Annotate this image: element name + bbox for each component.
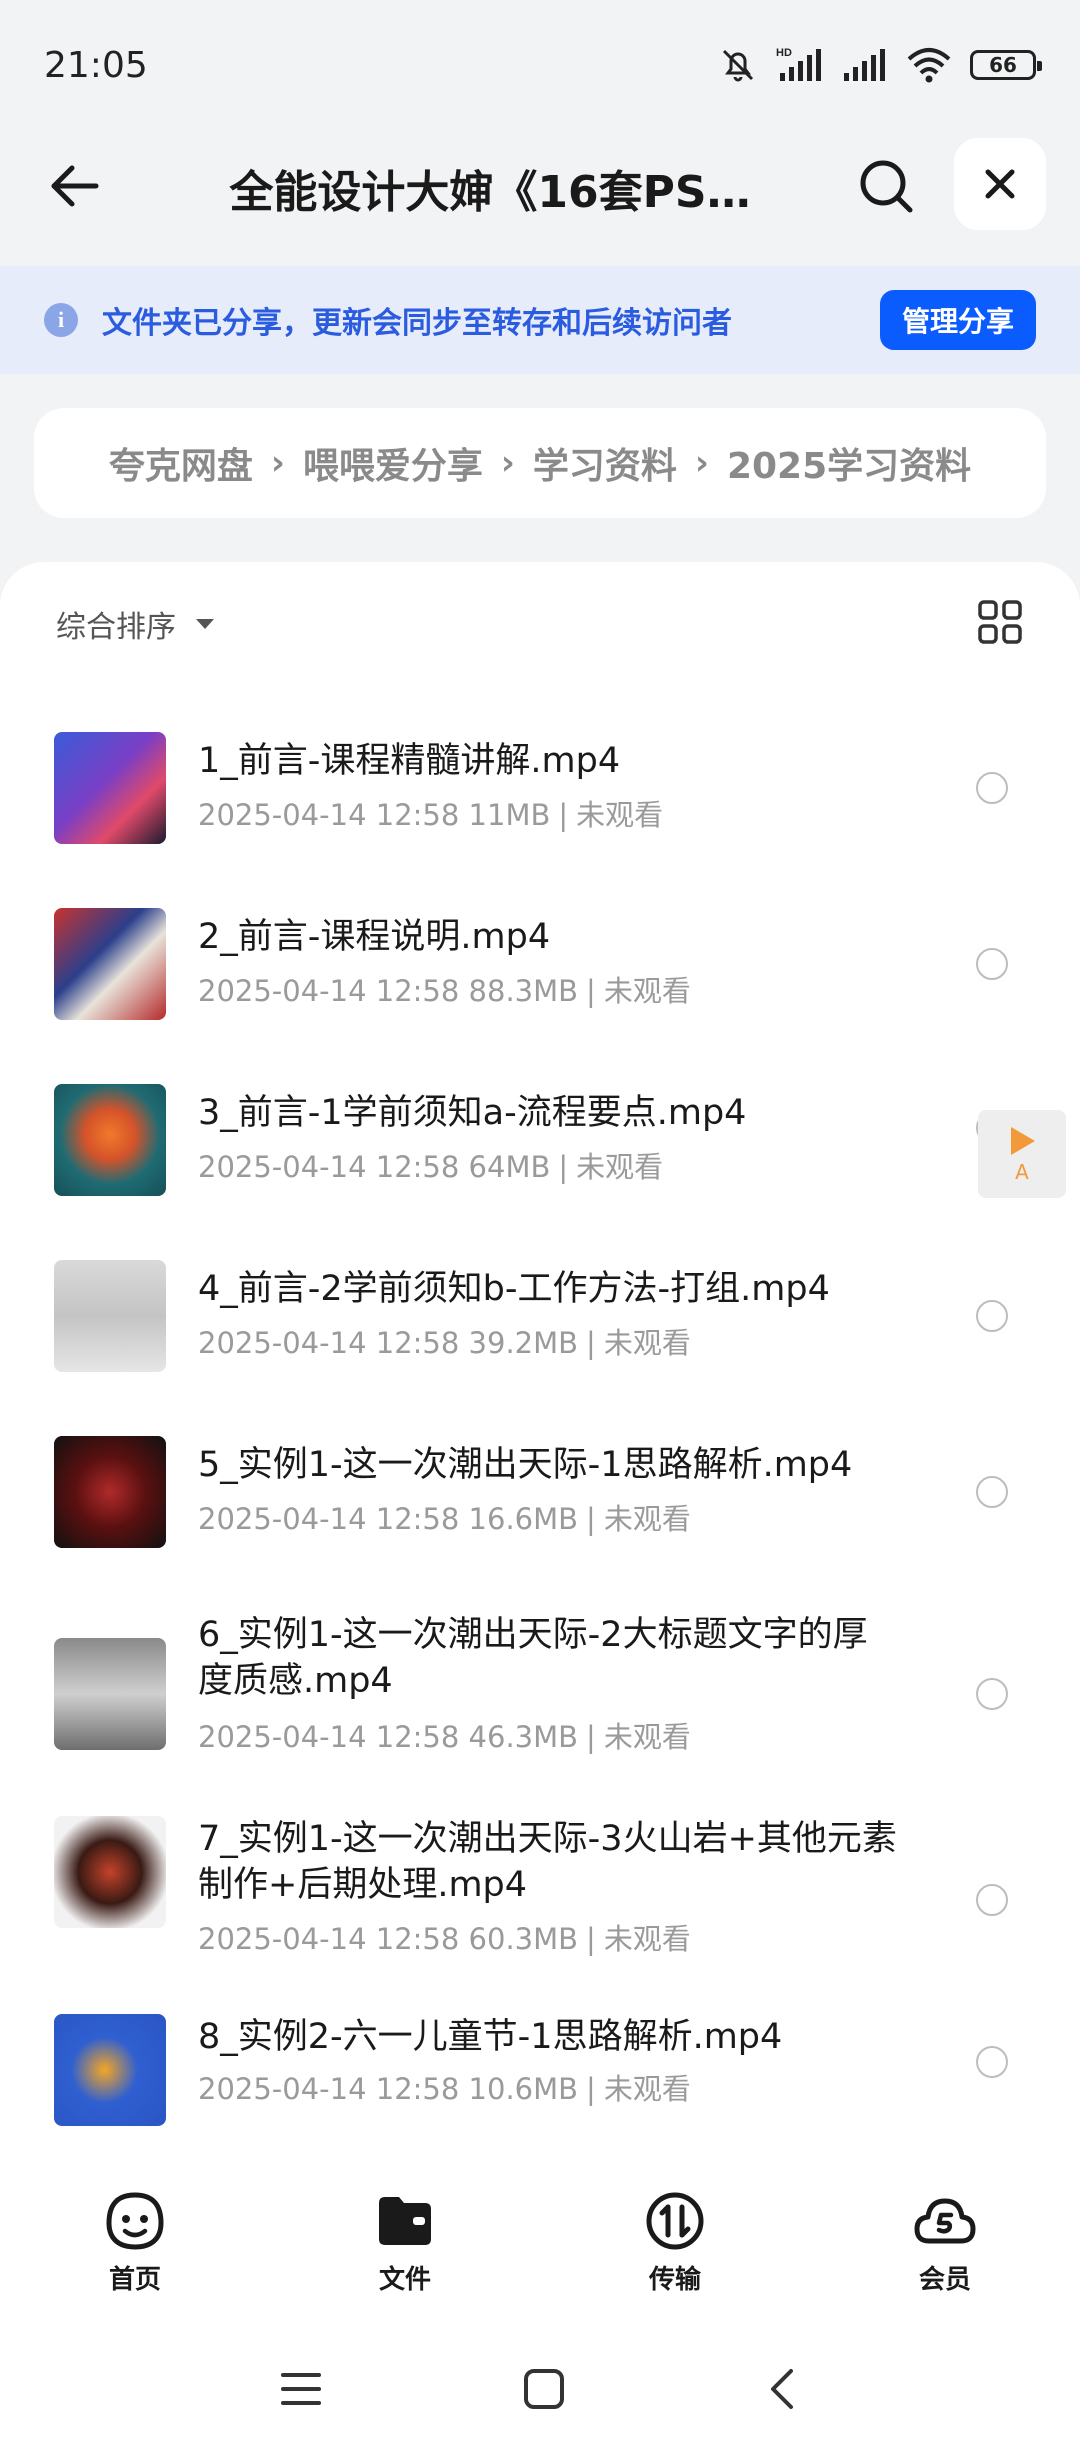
bell-muted-icon <box>718 45 758 85</box>
file-name: 7_实例1-这一次潮出天际-3火山岩+其他元素制作+后期处理.mp4 <box>198 1819 897 1905</box>
file-name: 3_前言-1学前须知a-流程要点.mp4 <box>198 1093 747 1133</box>
list-item[interactable]: 3_前言-1学前须知a-流程要点.mp4 2025-04-14 12:58 64… <box>0 1064 1080 1214</box>
cloud-vip-icon <box>914 2198 976 2243</box>
file-meta: 2025-04-14 12:58 60.3MB | 未观看 <box>198 1922 691 1956</box>
select-radio[interactable] <box>976 1884 1008 1916</box>
nav-item-home[interactable]: 首页 <box>0 2162 270 2322</box>
list-item[interactable]: 6_实例1-这一次潮出天际-2大标题文字的厚度质感.mp4 2025-04-14… <box>0 1592 1080 1792</box>
home-square-icon <box>523 2369 564 2409</box>
wifi-icon <box>906 45 952 85</box>
nav-item-files[interactable]: 文件 <box>270 2162 540 2322</box>
page-title: 全能设计大婶《16套PS… <box>229 167 751 218</box>
select-radio[interactable] <box>976 1678 1008 1710</box>
menu-button[interactable] <box>279 2369 323 2413</box>
list-item[interactable]: 1_前言-课程精髓讲解.mp4 2025-04-14 12:58 11MB | 未观… <box>0 712 1080 862</box>
nav-item-vip[interactable]: 会员 <box>810 2162 1080 2322</box>
video-thumbnail <box>54 1816 166 1928</box>
grid-icon <box>978 600 1022 644</box>
status-icons: HD 66 <box>718 45 1042 85</box>
list-item[interactable]: 4_前言-2学前须知b-工作方法-打组.mp4 2025-04-14 12:58… <box>0 1240 1080 1390</box>
chevron-right-icon: › <box>270 443 285 483</box>
chevron-right-icon: › <box>694 443 709 483</box>
share-banner: i 文件夹已分享，更新会同步至转存和后续访问者 管理分享 <box>0 266 1080 374</box>
video-thumbnail <box>54 1638 166 1750</box>
sort-label: 综合排序 <box>56 610 176 645</box>
file-meta: 2025-04-14 12:58 46.3MB | 未观看 <box>198 1720 691 1754</box>
sort-dropdown[interactable]: 综合排序 <box>56 602 216 646</box>
floating-widget-label: A <box>1015 1160 1029 1184</box>
select-radio[interactable] <box>976 1300 1008 1332</box>
nav-label: 首页 <box>108 2264 161 2295</box>
caret-down-icon <box>196 619 214 629</box>
file-meta: 2025-04-14 12:58 10.6MB | 未观看 <box>198 2072 691 2106</box>
battery-indicator: 66 <box>970 50 1042 80</box>
file-name: 4_前言-2学前须知b-工作方法-打组.mp4 <box>198 1269 830 1309</box>
chevron-right-icon: › <box>500 443 515 483</box>
svg-text:HD: HD <box>776 47 792 59</box>
system-nav-bar <box>0 2322 1080 2460</box>
breadcrumb-item[interactable]: 夸克网盘 <box>109 437 253 489</box>
video-thumbnail <box>54 1436 166 1548</box>
select-radio[interactable] <box>976 772 1008 804</box>
file-list-panel: 综合排序 1_前言-课程精髓讲解.mp4 2025-04-14 12:58 11… <box>0 562 1080 2162</box>
floating-player-widget[interactable]: A <box>978 1110 1066 1198</box>
play-icon <box>1011 1127 1035 1155</box>
manage-share-button[interactable]: 管理分享 <box>879 290 1036 350</box>
video-thumbnail <box>54 2014 166 2126</box>
status-time: 21:05 <box>44 44 148 86</box>
chevron-left-icon <box>770 2369 793 2409</box>
video-thumbnail <box>54 908 166 1020</box>
file-name: 8_实例2-六一儿童节-1思路解析.mp4 <box>198 2017 783 2057</box>
banner-text: 文件夹已分享，更新会同步至转存和后续访问者 <box>102 306 732 341</box>
file-meta: 2025-04-14 12:58 88.3MB | 未观看 <box>198 974 691 1008</box>
video-thumbnail <box>54 1084 166 1196</box>
file-name: 6_实例1-这一次潮出天际-2大标题文字的厚度质感.mp4 <box>198 1615 868 1701</box>
nav-label: 文件 <box>378 2264 431 2295</box>
menu-icon <box>281 2373 322 2405</box>
bottom-nav: 首页 文件 传输 会员 <box>0 2162 1080 2322</box>
file-name: 2_前言-课程说明.mp4 <box>198 917 551 957</box>
file-name: 1_前言-课程精髓讲解.mp4 <box>198 741 621 781</box>
close-button[interactable] <box>954 138 1046 230</box>
transfer-icon <box>646 2192 704 2249</box>
close-icon <box>985 169 1015 199</box>
folder-icon <box>379 2196 431 2245</box>
nav-label: 会员 <box>918 2264 971 2295</box>
breadcrumb-item[interactable]: 喂喂爱分享 <box>303 437 483 489</box>
breadcrumb-item[interactable]: 学习资料 <box>533 437 677 489</box>
search-button[interactable] <box>852 152 920 220</box>
header: 全能设计大婶《16套PS… <box>0 130 1080 240</box>
breadcrumb-item[interactable]: 2025学习资料 <box>727 437 971 489</box>
nav-item-transfer[interactable]: 传输 <box>540 2162 810 2322</box>
file-meta: 2025-04-14 12:58 11MB | 未观看 <box>198 798 664 832</box>
list-item[interactable]: 7_实例1-这一次潮出天际-3火山岩+其他元素制作+后期处理.mp4 2025-… <box>0 1794 1080 1994</box>
signal-hd-icon: HD <box>776 45 824 85</box>
search-icon <box>860 160 913 213</box>
list-item[interactable]: 2_前言-课程说明.mp4 2025-04-14 12:58 88.3MB | 未观… <box>0 888 1080 1038</box>
file-meta: 2025-04-14 12:58 16.6MB | 未观看 <box>198 1502 691 1536</box>
select-radio[interactable] <box>976 1476 1008 1508</box>
video-thumbnail <box>54 732 166 844</box>
breadcrumb: 夸克网盘 › 喂喂爱分享 › 学习资料 › 2025学习资料 <box>34 408 1046 518</box>
status-bar: 21:05 HD 66 <box>0 0 1080 130</box>
file-meta: 2025-04-14 12:58 64MB | 未观看 <box>198 1150 664 1184</box>
file-name: 5_实例1-这一次潮出天际-1思路解析.mp4 <box>198 1445 853 1485</box>
smile-face-icon <box>106 2191 164 2250</box>
grid-view-button[interactable] <box>976 598 1024 646</box>
file-meta: 2025-04-14 12:58 39.2MB | 未观看 <box>198 1326 691 1360</box>
arrow-left-icon <box>51 165 99 207</box>
info-icon: i <box>44 303 78 337</box>
system-back-button[interactable] <box>765 2367 801 2415</box>
list-item[interactable]: 5_实例1-这一次潮出天际-1思路解析.mp4 2025-04-14 12:58… <box>0 1416 1080 1566</box>
video-thumbnail <box>54 1260 166 1372</box>
nav-label: 传输 <box>648 2264 701 2295</box>
select-radio[interactable] <box>976 2046 1008 2078</box>
home-button[interactable] <box>522 2367 566 2415</box>
list-item[interactable]: 8_实例2-六一儿童节-1思路解析.mp4 2025-04-14 12:58 1… <box>0 1994 1080 2144</box>
back-button[interactable] <box>40 152 108 220</box>
signal-icon <box>842 45 888 85</box>
select-radio[interactable] <box>976 948 1008 980</box>
